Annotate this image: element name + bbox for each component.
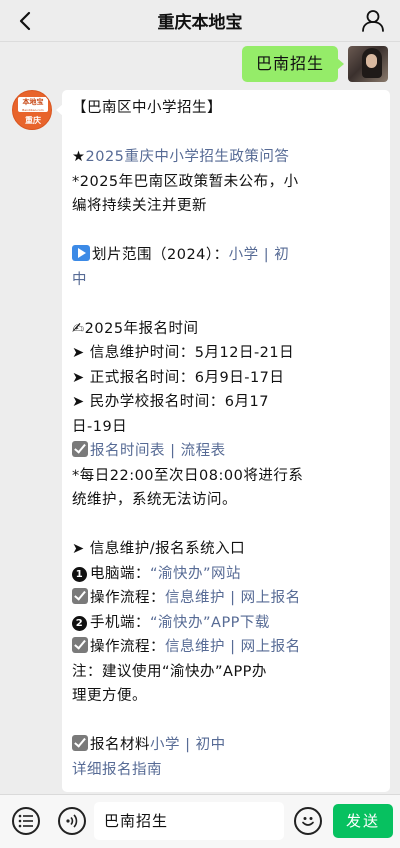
logo-sub: Bendibao.com (22, 108, 44, 112)
mobile-line: 2 手机端：“渝快办”APP下载 (72, 611, 380, 636)
outgoing-bubble[interactable]: 巴南招生 (241, 46, 345, 82)
private-time-cont: 日-19日 (72, 418, 128, 435)
mobile-signup-link[interactable]: 网上报名 (241, 639, 301, 655)
incoming-bubble[interactable]: 【巴南区中小学招生】 ★2025重庆中小学招生政策问答 *2025年巴南区政策暂… (56, 90, 390, 792)
play-icon (72, 245, 90, 261)
arrow-icon: ➤ (72, 541, 90, 557)
pc-signup-link[interactable]: 网上报名 (241, 590, 301, 606)
materials-line: 报名材料小学 | 初中 (72, 733, 380, 758)
materials-link-middle[interactable]: 初中 (196, 737, 226, 753)
checkbox-icon (72, 441, 88, 457)
policy-link[interactable]: 2025重庆中小学招生政策问答 (86, 149, 290, 165)
pc-link[interactable]: “渝快办”网站 (150, 566, 241, 582)
range-line: 划片范围（2024）：小学 | 初 (72, 243, 380, 268)
outgoing-message: 巴南招生 (241, 46, 388, 86)
checkbox-icon (72, 637, 88, 653)
profile-button[interactable] (360, 8, 386, 34)
chevron-left-icon (19, 11, 31, 31)
logo-city: 重庆 (25, 116, 41, 125)
pc-ops-line: 操作流程：信息维护 | 网上报名 (72, 586, 380, 611)
materials-link-primary[interactable]: 小学 (150, 737, 180, 753)
chat-title: 重庆本地宝 (157, 13, 243, 33)
private-time: ➤ 民办学校报名时间：6月17 (72, 394, 269, 410)
voice-icon (66, 814, 78, 828)
signup-heading: ✍2025年报名时间 (72, 320, 199, 337)
message-input[interactable]: 巴南招生 (94, 802, 284, 840)
emoji-button[interactable] (294, 807, 322, 835)
bot-avatar[interactable]: 本地宝 Bendibao.com 重庆 (12, 90, 52, 130)
schedule-line: 报名时间表 | 流程表 (72, 439, 380, 464)
my-avatar[interactable] (348, 46, 388, 82)
range-label: 划片范围（2024）： (92, 247, 229, 263)
range-link-primary[interactable]: 小学 (229, 247, 259, 263)
incoming-message: 本地宝 Bendibao.com 重庆 【巴南区中小学招生】 ★2025重庆中小… (12, 90, 390, 792)
voice-button[interactable] (58, 807, 86, 835)
pc-line: 1 电脑端：“渝快办”网站 (72, 562, 380, 587)
maintain-time: ➤ 信息维护时间：5月12日-21日 (72, 345, 295, 361)
number-two-icon: 2 (72, 615, 87, 631)
message-title: 【巴南区中小学招生】 (72, 100, 222, 116)
star-icon: ★ (72, 149, 86, 165)
mobile-info-link[interactable]: 信息维护 (165, 639, 225, 655)
mobile-ops-line: 操作流程：信息维护 | 网上报名 (72, 635, 380, 660)
pc-info-link[interactable]: 信息维护 (165, 590, 225, 606)
policy-line: ★2025重庆中小学招生政策问答 (72, 145, 380, 170)
input-bar: 巴南招生 发送 (0, 794, 400, 848)
mobile-link[interactable]: “渝快办”APP下载 (150, 615, 270, 631)
writing-hand-icon: ✍ (72, 320, 85, 337)
range-link-middle-cont[interactable]: 中 (72, 268, 380, 293)
maintenance-note-1: *每日22:00至次日08:00将进行系 (72, 467, 304, 484)
list-icon (18, 814, 33, 828)
checkbox-icon (72, 735, 88, 751)
maintenance-note-2: 统维护，系统无法访问。 (72, 492, 237, 508)
smiley-icon (302, 817, 314, 826)
user-icon (362, 10, 384, 32)
formal-time: ➤ 正式报名时间：6月9日-17日 (72, 369, 285, 386)
policy-note-2: 编将持续关注并更新 (72, 198, 207, 214)
send-button[interactable]: 发送 (333, 804, 393, 838)
arrow-icon: ➤ (72, 394, 90, 410)
entry-heading: ➤ 信息维护/报名系统入口 (72, 541, 246, 557)
chat-header: 重庆本地宝 (0, 0, 400, 42)
guide-link[interactable]: 详细报名指南 (72, 758, 380, 783)
note-2: 理更方便。 (72, 688, 147, 704)
policy-note-1: *2025年巴南区政策暂未公布，小 (72, 173, 299, 190)
flow-link[interactable]: 流程表 (181, 443, 226, 459)
range-link-middle[interactable]: 初 (274, 247, 289, 263)
menu-button[interactable] (12, 807, 40, 835)
arrow-icon: ➤ (72, 369, 90, 386)
chat-area[interactable]: 巴南招生 本地宝 Bendibao.com 重庆 【巴南区中小学招生】 ★202… (0, 42, 400, 794)
back-button[interactable] (12, 8, 38, 34)
schedule-link[interactable]: 报名时间表 (90, 443, 165, 459)
checkbox-icon (72, 588, 88, 604)
note-1: 注：建议使用“渝快办”APP办 (72, 663, 267, 680)
arrow-icon: ➤ (72, 345, 90, 361)
number-one-icon: 1 (72, 566, 87, 582)
